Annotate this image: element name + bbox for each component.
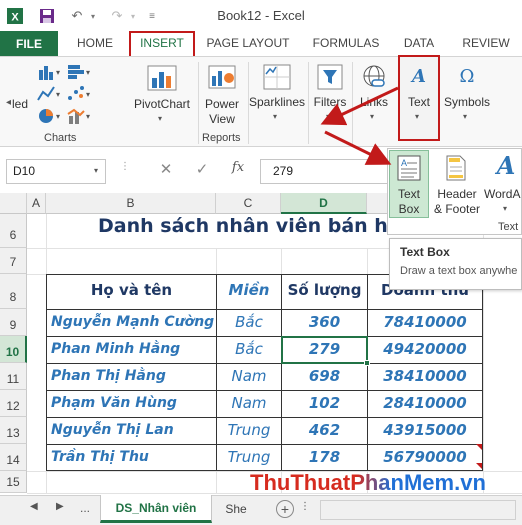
add-sheet-icon[interactable]: +	[276, 500, 294, 518]
annotation-arrows	[320, 86, 399, 165]
prev-sheet-icon[interactable]: ◀	[30, 501, 38, 512]
arrow-to-text-icon	[320, 86, 399, 126]
horizontal-scrollbar[interactable]	[320, 500, 516, 520]
watermark: ThuThuatPhanMem.vn	[250, 470, 486, 496]
watermark-text: ThuThuatPhanMem.vn	[250, 470, 486, 495]
arrow-to-textbox-icon	[324, 130, 392, 165]
sheet-ellipsis[interactable]: ...	[80, 501, 90, 515]
scroll-tabs-icon[interactable]: ⋮	[300, 501, 310, 512]
next-sheet-icon[interactable]: ▶	[56, 501, 64, 512]
sheet-tab[interactable]: She	[216, 495, 256, 523]
sheet-tab-active[interactable]: DS_Nhân viên	[100, 495, 212, 523]
